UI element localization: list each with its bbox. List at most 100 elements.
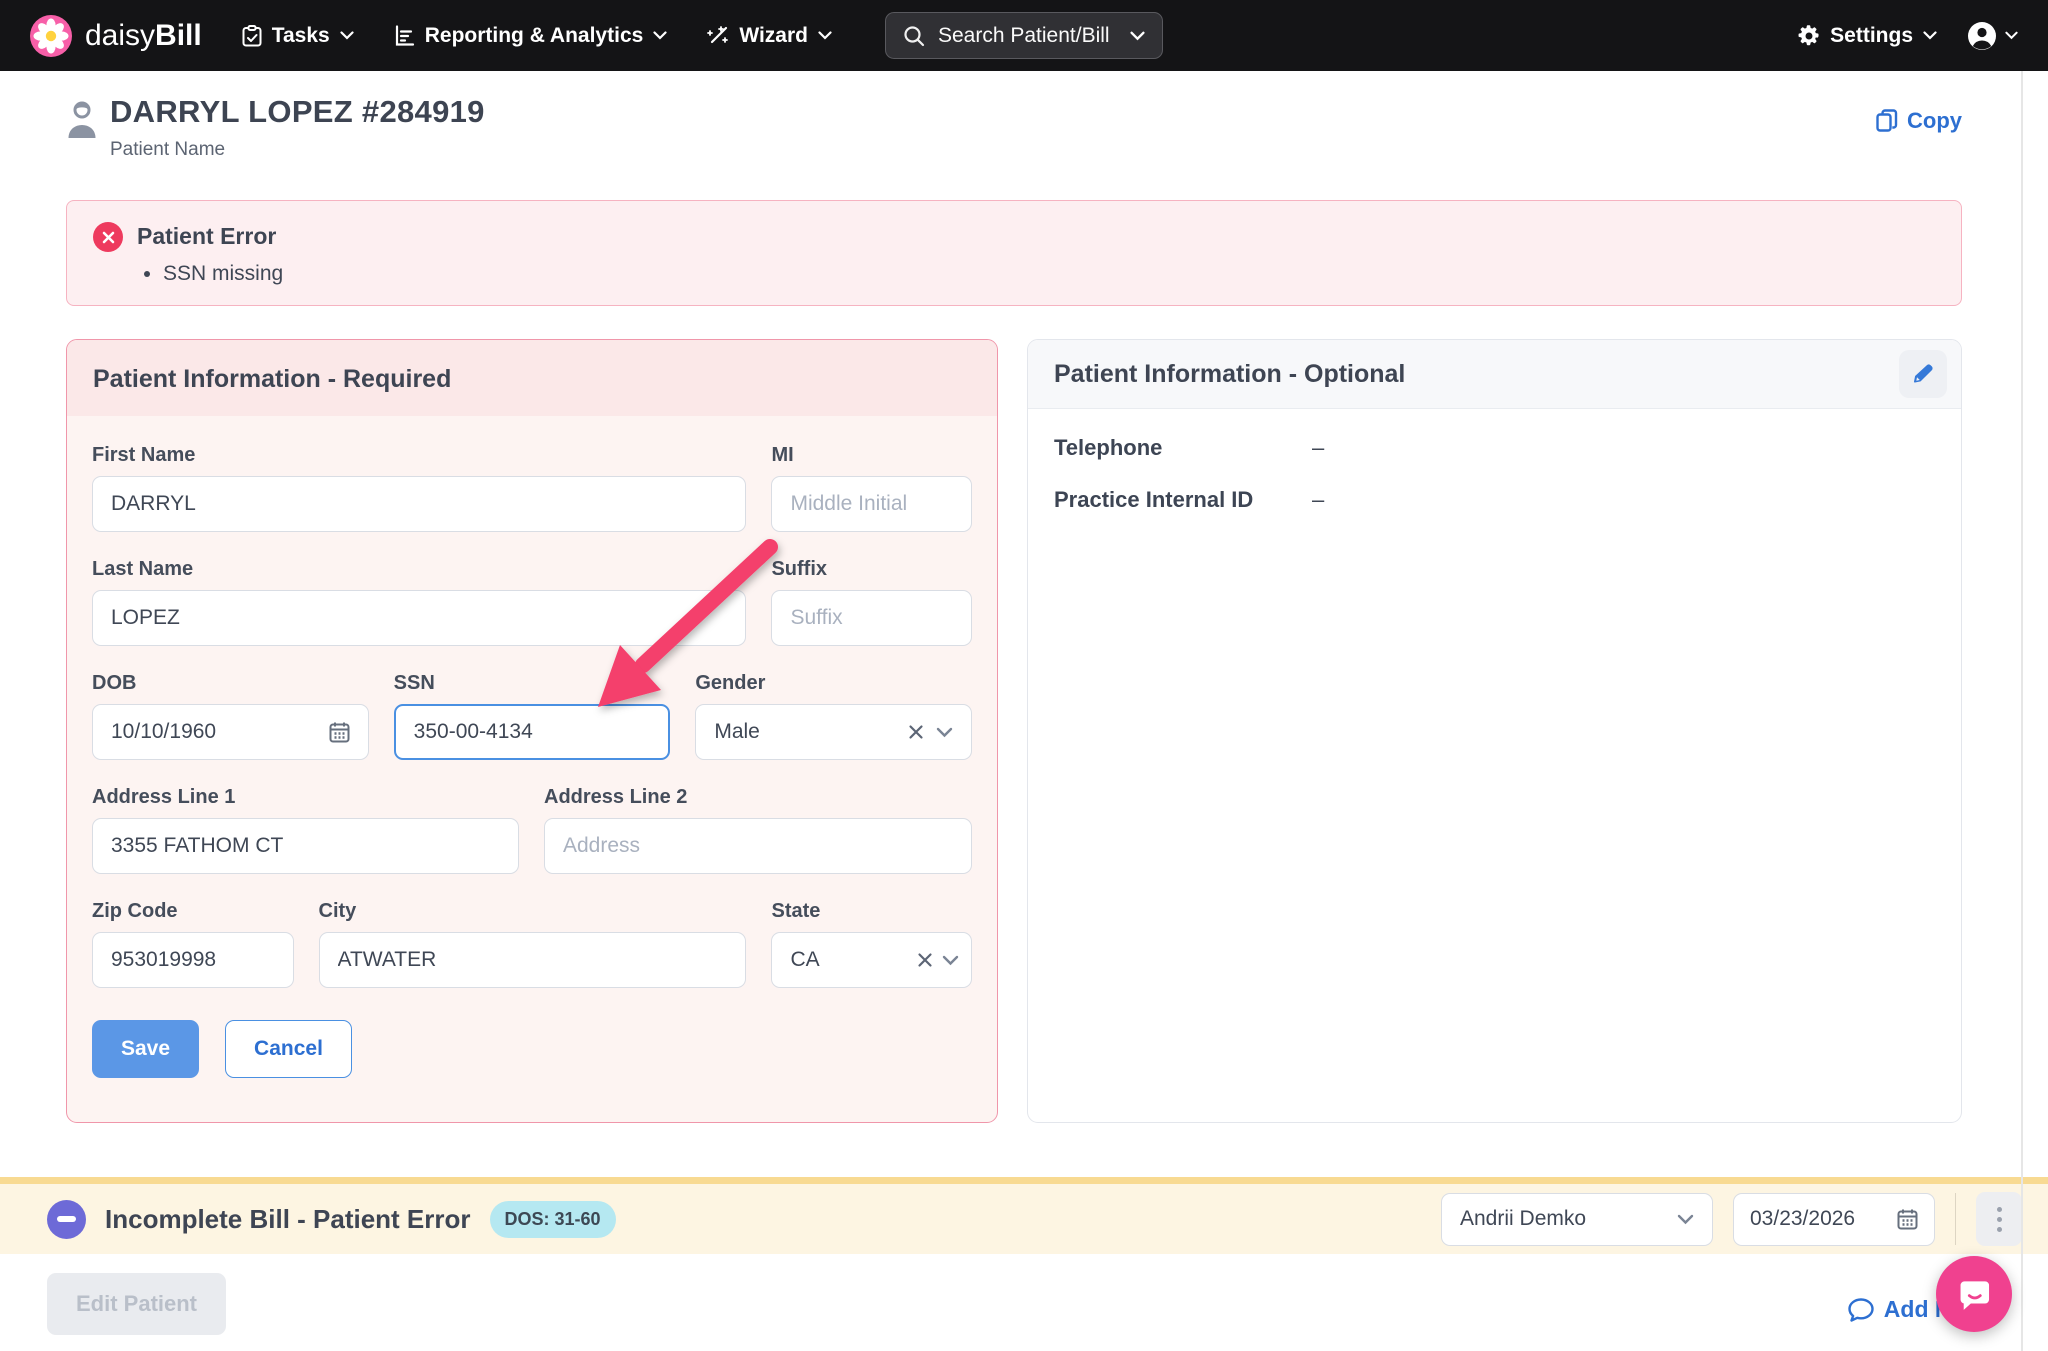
error-x-icon (93, 222, 123, 252)
ssn-input[interactable]: 350-00-4134 (394, 704, 671, 760)
chevron-down-icon (1677, 1214, 1694, 1225)
chevron-down-icon[interactable] (936, 727, 953, 738)
patient-info-optional-panel: Patient Information - Optional Telephone… (1027, 339, 1962, 1123)
calendar-icon[interactable] (1897, 1208, 1918, 1230)
nav-reporting-analytics[interactable]: Reporting & Analytics (394, 24, 668, 48)
brand-text: daisyBill (85, 19, 202, 53)
state-select[interactable]: CA (771, 932, 972, 988)
optional-panel-title: Patient Information - Optional (1054, 360, 1405, 389)
divider (1955, 1193, 1956, 1245)
copy-label: Copy (1907, 108, 1962, 134)
patient-icon (66, 100, 98, 147)
daisybill-logo[interactable]: daisyBill (30, 15, 202, 57)
clipboard-icon (242, 25, 262, 47)
user-avatar-icon (1967, 21, 1997, 51)
practice-internal-id-value: – (1312, 487, 1324, 513)
nav-tasks-label: Tasks (272, 24, 330, 48)
nav-reporting-label: Reporting & Analytics (425, 24, 644, 48)
telephone-value: – (1312, 435, 1324, 461)
ssn-label: SSN (394, 672, 671, 695)
edit-patient-button[interactable]: Edit Patient (47, 1273, 226, 1335)
address1-label: Address Line 1 (92, 786, 519, 809)
calendar-icon[interactable] (329, 721, 350, 743)
last-name-label: Last Name (92, 558, 746, 581)
address2-label: Address Line 2 (544, 786, 972, 809)
cancel-button[interactable]: Cancel (225, 1020, 352, 1078)
zip-code-input[interactable]: 953019998 (92, 932, 294, 988)
edit-optional-button[interactable] (1899, 350, 1947, 398)
first-name-label: First Name (92, 444, 746, 467)
patient-info-required-panel: Patient Information - Required First Nam… (66, 339, 998, 1123)
search-patient-bill[interactable]: Search Patient/Bill (885, 12, 1163, 59)
mi-label: MI (771, 444, 972, 467)
dos-badge: DOS: 31-60 (490, 1201, 616, 1238)
chevron-down-icon (653, 31, 667, 40)
chevron-down-icon (818, 31, 832, 40)
assignee-value: Andrii Demko (1460, 1207, 1677, 1231)
nav-settings-label: Settings (1830, 24, 1913, 48)
search-icon (903, 25, 925, 47)
telephone-label: Telephone (1054, 435, 1312, 461)
scrollbar-track[interactable] (2021, 71, 2023, 1351)
pencil-icon (1912, 363, 1934, 385)
suffix-input[interactable]: Suffix (771, 590, 972, 646)
nav-wizard-label: Wizard (739, 24, 808, 48)
more-options-button[interactable] (1976, 1192, 2022, 1246)
incomplete-bill-bar: Incomplete Bill - Patient Error DOS: 31-… (0, 1177, 2048, 1254)
alert-item: SSN missing (163, 262, 283, 286)
patient-header: DARRYL LOPEZ #284919 Patient Name Copy (66, 94, 1962, 161)
search-placeholder: Search Patient/Bill (938, 24, 1117, 48)
page-title: DARRYL LOPEZ #284919 (110, 94, 485, 130)
top-navbar: daisyBill Tasks Reporting & Analytics Wi… (0, 0, 2048, 71)
bill-date-value: 03/23/2026 (1750, 1207, 1887, 1231)
middle-initial-input[interactable]: Middle Initial (771, 476, 972, 532)
copy-button[interactable]: Copy (1876, 108, 1962, 134)
gender-label: Gender (695, 672, 972, 695)
chevron-down-icon (2005, 31, 2018, 40)
optional-row-telephone: Telephone – (1028, 435, 1961, 461)
alert-title: Patient Error (137, 223, 283, 250)
page-subtitle: Patient Name (110, 139, 485, 161)
city-input[interactable]: ATWATER (319, 932, 747, 988)
gender-select[interactable]: Male (695, 704, 972, 760)
alert-list: SSN missing (163, 262, 283, 286)
bill-date-input[interactable]: 03/23/2026 (1733, 1193, 1935, 1246)
save-button[interactable]: Save (92, 1020, 199, 1078)
daisy-flower-icon (30, 15, 72, 57)
user-menu[interactable] (1967, 21, 2018, 51)
chart-icon (394, 25, 415, 46)
zip-label: Zip Code (92, 900, 294, 923)
required-panel-title: Patient Information - Required (67, 340, 997, 416)
assignee-select[interactable]: Andrii Demko (1441, 1193, 1713, 1246)
bill-bar-title: Incomplete Bill - Patient Error (105, 1204, 471, 1235)
last-name-input[interactable]: LOPEZ (92, 590, 746, 646)
gear-icon (1798, 25, 1820, 47)
wand-icon (707, 25, 729, 47)
chevron-down-icon (1130, 31, 1145, 41)
dob-label: DOB (92, 672, 369, 695)
address-line-2-input[interactable]: Address (544, 818, 972, 874)
address-line-1-input[interactable]: 3355 FATHOM CT (92, 818, 519, 874)
chevron-down-icon (1923, 31, 1937, 40)
nav-settings[interactable]: Settings (1798, 24, 1937, 48)
suffix-label: Suffix (771, 558, 972, 581)
first-name-input[interactable]: DARRYL (92, 476, 746, 532)
clear-x-icon[interactable] (908, 724, 924, 740)
status-minus-icon (47, 1200, 86, 1239)
chat-bubble-icon (1848, 1298, 1874, 1322)
practice-internal-id-label: Practice Internal ID (1054, 487, 1312, 513)
state-label: State (771, 900, 972, 923)
copy-icon (1876, 109, 1898, 133)
chevron-down-icon (340, 31, 354, 40)
nav-wizard[interactable]: Wizard (707, 24, 832, 48)
nav-tasks[interactable]: Tasks (242, 24, 354, 48)
bill-footer: Edit Patient Add Note (0, 1254, 2048, 1351)
chat-widget-button[interactable] (1936, 1256, 2012, 1332)
chat-widget-icon (1955, 1275, 1993, 1313)
patient-error-alert: Patient Error SSN missing (66, 200, 1962, 306)
city-label: City (319, 900, 747, 923)
dob-input[interactable]: 10/10/1960 (92, 704, 369, 760)
clear-x-icon[interactable] (917, 952, 933, 968)
chevron-down-icon[interactable] (942, 955, 959, 966)
optional-row-practice-id: Practice Internal ID – (1028, 487, 1961, 513)
